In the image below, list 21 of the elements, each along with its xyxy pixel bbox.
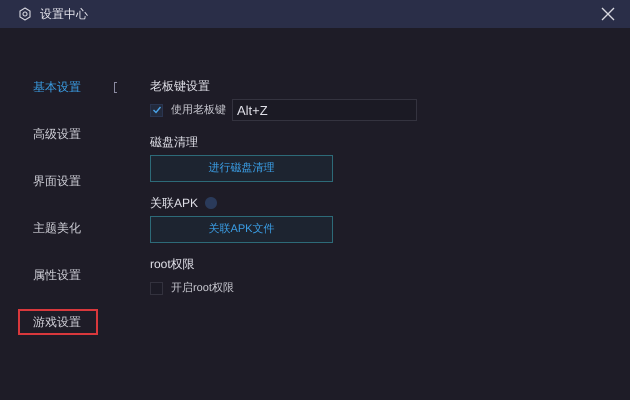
checkbox-label: 使用老板键 — [171, 102, 226, 118]
checkbox-label: 开启root权限 — [171, 280, 234, 296]
checkbox[interactable] — [150, 282, 163, 294]
sidebar-item[interactable]: 界面设置 — [18, 168, 98, 194]
action-button[interactable]: 关联APK文件 — [150, 216, 333, 243]
window-title: 设置中心 — [40, 6, 88, 23]
sidebar-item[interactable]: 主题美化 — [18, 215, 98, 241]
section-title: 磁盘清理 — [150, 134, 198, 151]
section-title: 关联APK — [150, 195, 198, 212]
selection-indicator — [114, 82, 117, 92]
hotkey-field[interactable]: Alt+Z — [232, 99, 417, 121]
section-title: 老板键设置 — [150, 78, 210, 95]
section-title: root权限 — [150, 256, 195, 273]
sidebar-item[interactable]: 属性设置 — [18, 262, 98, 288]
action-button[interactable]: 进行磁盘清理 — [150, 155, 333, 182]
sidebar-item[interactable]: 游戏设置 — [18, 309, 98, 335]
sidebar-item[interactable]: 高级设置 — [18, 121, 98, 147]
close-button[interactable] — [600, 6, 616, 22]
checkbox[interactable] — [150, 104, 163, 116]
settings-icon — [18, 7, 32, 21]
sidebar-item[interactable]: 基本设置 — [18, 74, 98, 100]
